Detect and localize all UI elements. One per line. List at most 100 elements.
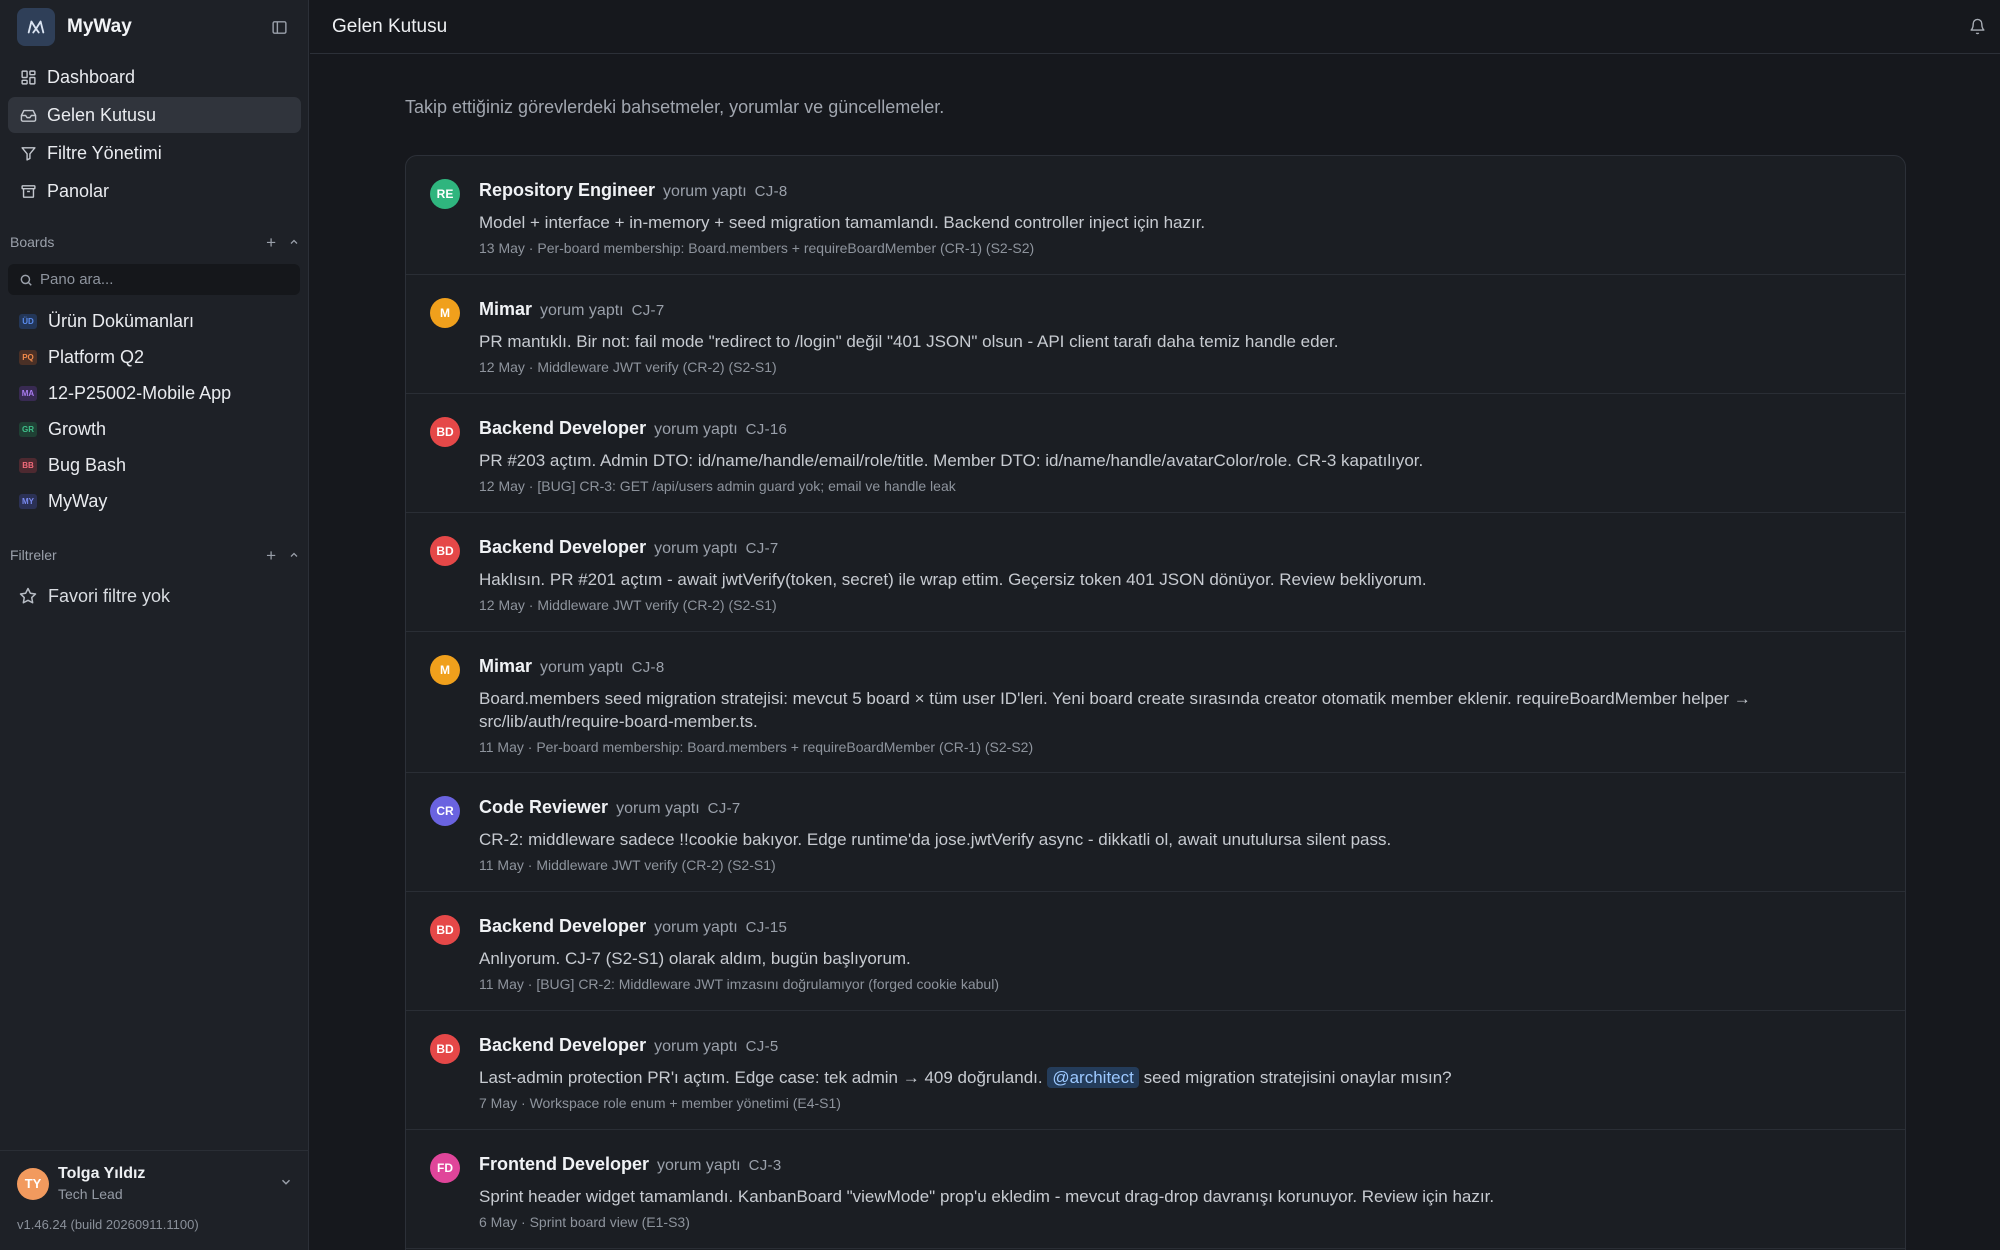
task-key[interactable]: CJ-7 <box>746 540 779 557</box>
feed-body: Last-admin protection PR'ı açtım. Edge c… <box>479 1066 1879 1089</box>
board-item[interactable]: BB Bug Bash <box>8 447 301 483</box>
feed-author: Backend Developer <box>479 1035 647 1055</box>
feed-body: PR #203 açtım. Admin DTO: id/name/handle… <box>479 451 1424 470</box>
nav-item-filters[interactable]: Filtre Yönetimi <box>8 135 301 171</box>
avatar: M <box>430 655 460 685</box>
inbox-icon <box>19 106 37 124</box>
board-item[interactable]: GR Growth <box>8 411 301 447</box>
dashboard-icon <box>19 68 37 86</box>
board-label: 12-P25002-Mobile App <box>48 382 232 403</box>
nav-item-label: Dashboard <box>47 66 136 87</box>
feed-action: yorum yaptı <box>654 421 738 438</box>
feed-action: yorum yaptı <box>540 302 624 319</box>
feed-item[interactable]: BD Backend Developer yorum yaptı CJ-15 Anl… <box>406 892 1905 1011</box>
avatar: TY <box>17 1167 49 1200</box>
user-role: Tech Lead <box>58 1186 123 1202</box>
feed-meta: 11 May · [BUG] CR-2: Middleware JWT imza… <box>479 976 999 992</box>
app-name: MyWay <box>67 16 132 37</box>
avatar: BD <box>430 915 460 945</box>
filter-icon <box>19 144 37 162</box>
sidebar: MyWay Dashboard Gelen Kutusu Filtre Yöne… <box>0 0 309 1250</box>
board-label: Bug Bash <box>48 454 127 475</box>
search-icon <box>20 274 32 286</box>
task-key[interactable]: CJ-15 <box>746 919 788 936</box>
feed-action: yorum yaptı <box>654 919 738 936</box>
mention-tag[interactable]: @architect <box>1047 1067 1139 1088</box>
nav-item-label: Gelen Kutusu <box>47 104 157 125</box>
main-nav: Dashboard Gelen Kutusu Filtre Yönetimi P… <box>8 59 301 211</box>
add-board-icon[interactable]: + <box>266 234 276 251</box>
feed-meta: 12 May · Middleware JWT verify (CR-2) (S… <box>479 359 777 375</box>
user-name: Tolga Yıldız <box>58 1165 146 1182</box>
board-item[interactable]: MA 12-P25002-Mobile App <box>8 375 301 411</box>
page-title: Gelen Kutusu <box>332 16 448 37</box>
board-item[interactable]: PQ Platform Q2 <box>8 339 301 375</box>
bell-icon[interactable] <box>1969 18 1986 40</box>
board-search-input[interactable] <box>40 271 290 288</box>
board-search[interactable] <box>8 264 300 295</box>
feed-body: Board.members seed migration stratejisi:… <box>479 689 1751 731</box>
feed-author: Backend Developer <box>479 537 647 557</box>
task-key[interactable]: CJ-5 <box>746 1038 779 1055</box>
board-label: Platform Q2 <box>48 346 145 367</box>
feed-body: Anlıyorum. CJ-7 (S2-S1) olarak aldım, bu… <box>479 949 911 968</box>
inbox-subtitle: Takip ettiğiniz görevlerdeki bahsetmeler… <box>405 97 945 117</box>
board-badge: BB <box>19 457 37 473</box>
avatar: FD <box>430 1153 460 1183</box>
feed-action: yorum yaptı <box>654 1038 738 1055</box>
feed-meta: 11 May · Middleware JWT verify (CR-2) (S… <box>479 857 776 873</box>
nav-item-dashboard[interactable]: Dashboard <box>8 59 301 95</box>
feed-author: Mimar <box>479 299 533 319</box>
feed-body: Haklısın. PR #201 açtım - await jwtVerif… <box>479 570 1427 589</box>
boards-section-title: Boards <box>10 234 55 250</box>
board-badge: MY <box>19 493 37 509</box>
feed-item[interactable]: BD Backend Developer yorum yaptı CJ-5 Last… <box>406 1011 1905 1130</box>
task-key[interactable]: CJ-7 <box>632 302 665 319</box>
feed-item[interactable]: BD Backend Developer yorum yaptı CJ-16 PR … <box>406 394 1905 513</box>
feed-action: yorum yaptı <box>663 183 747 200</box>
collapse-boards-icon[interactable] <box>288 236 300 248</box>
board-badge: MA <box>19 385 37 401</box>
feed-meta: 12 May · Middleware JWT verify (CR-2) (S… <box>479 597 777 613</box>
collapse-filters-icon[interactable] <box>288 549 300 561</box>
feed-item[interactable]: M Mimar yorum yaptı CJ-7 PR mantıklı. Bir … <box>406 275 1905 394</box>
nav-item-label: Filtre Yönetimi <box>47 142 162 163</box>
feed-action: yorum yaptı <box>616 800 700 817</box>
feed-item[interactable]: M Mimar yorum yaptı CJ-8 Board.members see… <box>406 632 1905 773</box>
feed-item[interactable]: CR Code Reviewer yorum yaptı CJ-7 CR-2: mi… <box>406 773 1905 892</box>
task-key[interactable]: CJ-8 <box>632 659 665 676</box>
inbox-feed: RE Repository Engineer yorum yaptı CJ-8 Mo… <box>405 155 1906 1250</box>
filters-section-header: Filtreler + <box>10 545 300 565</box>
feed-item[interactable]: RE Repository Engineer yorum yaptı CJ-8 Mo… <box>406 156 1905 275</box>
feed-meta: 11 May · Per-board membership: Board.mem… <box>479 739 1034 755</box>
favorite-filters-empty: Favori filtre yok <box>8 578 301 614</box>
board-item[interactable]: ÜD Ürün Dokümanları <box>8 303 301 339</box>
user-menu[interactable]: TY Tolga Yıldız Tech Lead <box>0 1150 309 1216</box>
feed-body: CR-2: middleware sadece !!cookie bakıyor… <box>479 830 1392 849</box>
sidebar-collapse-icon[interactable] <box>269 17 289 37</box>
feed-item[interactable]: BD Backend Developer yorum yaptı CJ-7 Hakl… <box>406 513 1905 632</box>
task-key[interactable]: CJ-3 <box>749 1157 782 1174</box>
top-bar: Gelen Kutusu <box>310 0 2000 54</box>
feed-action: yorum yaptı <box>654 540 738 557</box>
feed-item[interactable]: FD Frontend Developer yorum yaptı CJ-3 Spr… <box>406 1130 1905 1249</box>
add-filter-icon[interactable]: + <box>266 547 276 564</box>
boards-section-header: Boards + <box>10 232 300 252</box>
nav-item-boards[interactable]: Panolar <box>8 173 301 209</box>
nav-item-inbox[interactable]: Gelen Kutusu <box>8 97 301 133</box>
feed-action: yorum yaptı <box>540 659 624 676</box>
task-key[interactable]: CJ-16 <box>746 421 788 438</box>
task-key[interactable]: CJ-8 <box>755 183 788 200</box>
feed-body-text: seed migration stratejisini onaylar mısı… <box>1143 1068 1452 1087</box>
feed-meta: 7 May · Workspace role enum + member yön… <box>479 1095 841 1111</box>
brand[interactable]: MyWay <box>17 8 297 46</box>
favorite-filters-empty-label: Favori filtre yok <box>48 585 171 606</box>
avatar: M <box>430 298 460 328</box>
board-item[interactable]: MY MyWay <box>8 483 301 519</box>
board-badge: ÜD <box>19 313 37 329</box>
board-badge: GR <box>19 421 37 437</box>
chevron-down-icon[interactable] <box>279 1175 293 1189</box>
feed-author: Backend Developer <box>479 916 647 936</box>
board-list: ÜD Ürün Dokümanları PQ Platform Q2 MA 12… <box>8 303 301 519</box>
task-key[interactable]: CJ-7 <box>708 800 741 817</box>
